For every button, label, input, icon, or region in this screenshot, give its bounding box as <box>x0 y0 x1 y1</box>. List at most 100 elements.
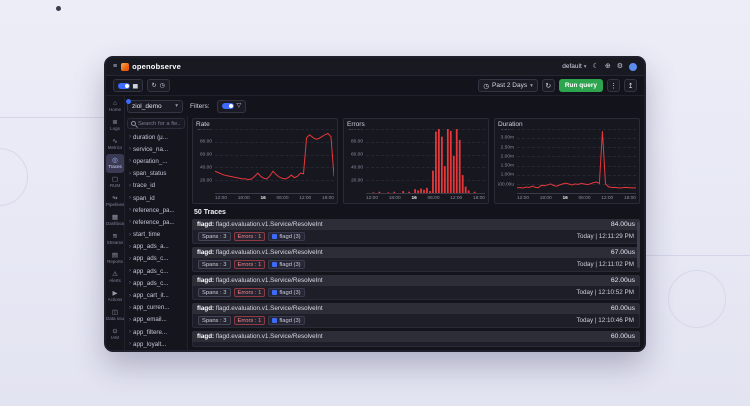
app-header: ≡ openobserve default ▾ ☾ ⊕ ⚙ <box>106 58 644 76</box>
trace-row-header[interactable]: flagd: flagd.evaluation.v1.Service/Resol… <box>192 331 640 342</box>
field-item[interactable]: ›start_time <box>127 229 185 241</box>
trace-row[interactable]: flagd: flagd.evaluation.v1.Service/Resol… <box>192 303 640 328</box>
field-item[interactable]: ›app_filtere... <box>127 326 185 338</box>
trace-duration: 84.00us <box>611 221 635 228</box>
stream-select[interactable]: ziol_demo ▾ <box>127 100 183 113</box>
trace-title: flagd: flagd.evaluation.v1.Service/Resol… <box>197 249 323 256</box>
stream-badge <box>126 99 131 104</box>
decorative-circle <box>0 148 28 206</box>
histogram-toggle-group[interactable]: ▅ <box>113 79 143 92</box>
field-item[interactable]: ›app_ads_a... <box>127 241 185 253</box>
chevron-right-icon: › <box>129 207 131 213</box>
sidebar-item-streams[interactable]: ≋Streams <box>106 230 124 249</box>
sidebar-item-logs[interactable]: ≣Logs <box>106 116 124 135</box>
field-name: start_time <box>133 231 160 238</box>
trace-row[interactable]: flagd: flagd.evaluation.v1.Service/Resol… <box>192 219 640 244</box>
toggle-switch[interactable] <box>118 83 130 89</box>
settings-gear-icon[interactable]: ⚙ <box>617 63 623 70</box>
y-tick-label: 80.00 <box>200 140 212 145</box>
chart-panel-rate: Rate100.0080.0060.0040.0020.0012:0018:00… <box>192 118 338 204</box>
field-item[interactable]: ›app_ads_c... <box>127 277 185 289</box>
field-name: duration (μ... <box>133 134 168 141</box>
trace-row-header[interactable]: flagd: flagd.evaluation.v1.Service/Resol… <box>192 247 640 258</box>
field-item[interactable]: ›span_status <box>127 168 185 180</box>
field-item[interactable]: ›service_na... <box>127 143 185 155</box>
view-options-group[interactable]: ↻ ◷ <box>147 79 170 92</box>
field-item[interactable]: ›app_loyalt... <box>127 338 185 350</box>
filters-toggle[interactable]: ▽ <box>217 100 247 113</box>
sidebar-item-iam[interactable]: ⊙IAM <box>106 325 124 344</box>
field-name: app_ads_a... <box>133 243 169 250</box>
x-tick-label: 18:00 <box>238 196 250 201</box>
sidebar-item-reports[interactable]: ▤Reports <box>106 249 124 268</box>
field-item[interactable]: ›trace_id <box>127 180 185 192</box>
user-avatar[interactable] <box>629 63 637 71</box>
sidebar-item-data-sources[interactable]: ◫Data sources <box>106 306 124 325</box>
sidebar-item-metrics[interactable]: ∿Metrics <box>106 135 124 154</box>
refresh-icon: ↻ <box>545 82 551 90</box>
clock-icon[interactable]: ◷ <box>160 83 165 89</box>
refresh-button[interactable]: ↻ <box>542 79 555 92</box>
run-query-button[interactable]: Run query <box>559 79 603 92</box>
x-tick-label: 18:00 <box>473 196 485 201</box>
toggle-switch[interactable] <box>222 103 234 109</box>
language-icon[interactable]: ⊕ <box>605 63 611 70</box>
spans-count-badge: Spans : 3 <box>198 232 231 241</box>
chevron-right-icon: › <box>129 134 131 140</box>
trace-row[interactable]: flagd: flagd.evaluation.v1.Service/Resol… <box>192 247 640 272</box>
field-item[interactable]: ›app_ads_c... <box>127 253 185 265</box>
x-tick-label: 12:00 <box>450 196 462 201</box>
refresh-icon[interactable]: ↻ <box>152 83 157 89</box>
field-item[interactable]: ›app_email... <box>127 314 185 326</box>
y-tick-label: 40.00 <box>200 166 212 171</box>
x-tick-label: 18:00 <box>322 196 334 201</box>
trace-timestamp: Today | 12:11:02 PM <box>577 261 634 268</box>
field-item[interactable]: ›app_cart_it... <box>127 289 185 301</box>
field-item[interactable]: ›reference_pa... <box>127 216 185 228</box>
more-options-button[interactable]: ⋮ <box>607 79 620 92</box>
sidebar-item-label: Home <box>109 107 121 112</box>
inner-row: ›duration (μ...›service_na...›operation_… <box>125 116 644 350</box>
y-tick-label: 100.00 <box>197 129 212 132</box>
menu-icon[interactable]: ≡ <box>113 63 117 70</box>
field-search-input[interactable] <box>138 121 181 127</box>
field-item[interactable]: ›operation_... <box>127 155 185 167</box>
trace-row-header[interactable]: flagd: flagd.evaluation.v1.Service/Resol… <box>192 219 640 230</box>
decorative-line <box>644 255 750 256</box>
trace-row[interactable]: flagd: flagd.evaluation.v1.Service/Resol… <box>192 275 640 300</box>
spans-count-badge: Spans : 3 <box>198 260 231 269</box>
sidebar-item-label: Reports <box>107 259 123 264</box>
trace-service-name: flagd: <box>197 249 214 256</box>
sidebar-item-pipelines[interactable]: ↬Pipelines <box>106 192 124 211</box>
sidebar-item-rum[interactable]: ▢RUM <box>106 173 124 192</box>
trace-service-name: flagd: <box>197 333 214 340</box>
sidebar-item-dashboards[interactable]: ▦Dashboards <box>106 211 124 230</box>
share-button[interactable]: ↥ <box>624 79 637 92</box>
trace-row[interactable]: flagd: flagd.evaluation.v1.Service/Resol… <box>192 331 640 347</box>
sidebar-item-alerts[interactable]: ⚠Alerts <box>106 268 124 287</box>
field-item[interactable]: ›span_id <box>127 192 185 204</box>
sidebar-item-home[interactable]: ⌂Home <box>106 97 124 116</box>
chevron-right-icon: › <box>129 219 131 225</box>
trace-row-header[interactable]: flagd: flagd.evaluation.v1.Service/Resol… <box>192 303 640 314</box>
time-range-select[interactable]: ◷ Past 2 Days ▾ <box>478 79 537 92</box>
field-item[interactable]: ›duration (μ... <box>127 131 185 143</box>
scrollbar[interactable] <box>637 222 640 268</box>
field-search[interactable] <box>127 118 185 129</box>
trace-row-header[interactable]: flagd: flagd.evaluation.v1.Service/Resol… <box>192 275 640 286</box>
org-selector[interactable]: default ▾ <box>562 63 586 70</box>
x-tick-label: 12:00 <box>601 196 613 201</box>
sidebar-item-traces[interactable]: ◎Traces <box>106 154 124 173</box>
trace-title: flagd: flagd.evaluation.v1.Service/Resol… <box>197 305 323 312</box>
stream-select-value: ziol_demo <box>132 103 162 110</box>
sidebar-item-actions[interactable]: ▶Actions <box>106 287 124 306</box>
chevron-down-icon: ▾ <box>530 83 533 89</box>
field-item[interactable]: ›app_ads_c... <box>127 265 185 277</box>
theme-moon-icon[interactable]: ☾ <box>593 63 599 70</box>
trace-operation-name: flagd.evaluation.v1.Service/ResolveInt <box>214 221 323 228</box>
field-item[interactable]: ›app_curren... <box>127 302 185 314</box>
field-item[interactable]: ›reference_pa... <box>127 204 185 216</box>
x-axis-labels: 12:0018:001606:0012:0018:00 <box>347 194 485 201</box>
field-name: app_ads_c... <box>133 280 168 287</box>
x-tick-label: 12:00 <box>299 196 311 201</box>
